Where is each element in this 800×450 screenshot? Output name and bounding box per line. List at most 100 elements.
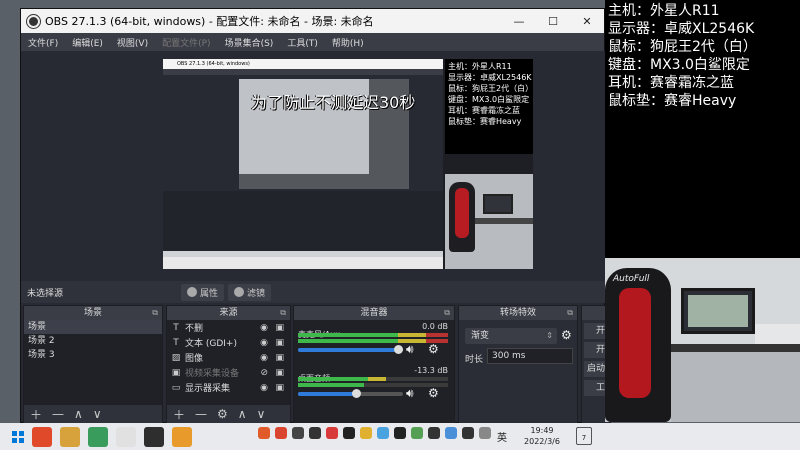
app-icon[interactable]	[88, 426, 108, 447]
remove-source-button[interactable]: —	[195, 407, 207, 421]
maximize-button[interactable]: ☐	[536, 9, 570, 33]
volume-slider[interactable]	[298, 348, 403, 352]
source-toolbar: 未选择源 属性 滤镜	[21, 281, 606, 303]
desk	[671, 344, 800, 352]
gear-icon[interactable]: ⚙	[561, 328, 572, 342]
nested-chair-stripe	[455, 188, 469, 238]
tray-icon[interactable]	[292, 427, 304, 439]
nested-info-line: 鼠标垫：赛睿Heavy	[448, 117, 522, 126]
tray-icon[interactable]	[258, 427, 270, 439]
info-line: 鼠标：狗屁王2代（白）	[608, 39, 757, 55]
app-icon[interactable]	[32, 426, 52, 447]
volume-knob[interactable]	[351, 389, 361, 398]
tray-icon[interactable]	[360, 427, 372, 439]
add-scene-button[interactable]: ＋	[30, 406, 42, 423]
move-up-button[interactable]: ∧	[74, 407, 83, 421]
tray-icon[interactable]	[394, 427, 406, 439]
move-up-button[interactable]: ∧	[238, 407, 247, 421]
close-button[interactable]: ✕	[570, 9, 604, 33]
speaker-icon[interactable]: 🔊︎	[406, 342, 414, 357]
minimize-button[interactable]: —	[502, 9, 536, 33]
input-language[interactable]: 英	[497, 429, 507, 444]
app-icon[interactable]	[60, 426, 80, 447]
source-settings-button[interactable]: ⚙	[217, 407, 228, 421]
source-item[interactable]: ▣ 视频采集设备 ⊘ ▣	[167, 365, 290, 380]
menu-scene-collection[interactable]: 场景集合(S)	[225, 36, 274, 49]
source-item[interactable]: T 不删 ◉ ▣	[167, 320, 290, 335]
undock-icon[interactable]: ⧉	[444, 306, 450, 320]
lock-icon[interactable]: ▣	[275, 323, 284, 333]
menu-help[interactable]: 帮助(H)	[332, 36, 364, 49]
undock-icon[interactable]: ⧉	[152, 306, 158, 320]
eye-icon[interactable]: ◉	[260, 383, 268, 393]
eye-icon[interactable]: ◉	[260, 353, 268, 363]
nested-info-line: 显示器：卓威XL2546K	[448, 73, 532, 82]
level-meter	[298, 339, 448, 343]
desk-area	[671, 352, 800, 422]
lock-icon[interactable]: ▣	[275, 338, 284, 348]
nested-info-line: 鼠标：狗屁王2代（白）	[448, 84, 533, 93]
volume-knob[interactable]	[393, 345, 403, 354]
scene-item[interactable]: 场景 3	[24, 348, 162, 362]
eye-hidden-icon[interactable]: ⊘	[260, 368, 268, 378]
tray-icon[interactable]	[428, 427, 440, 439]
source-item[interactable]: T 文本 (GDI+) ◉ ▣	[167, 335, 290, 350]
taskbar-clock[interactable]: 19:49 2022/3/6	[514, 425, 570, 447]
nested-info-line: 耳机：赛睿霜冻之蓝	[448, 106, 520, 115]
tray-icon[interactable]	[377, 427, 389, 439]
window-controls: — ☐ ✕	[502, 9, 604, 33]
duration-input[interactable]: 300 ms	[487, 348, 573, 364]
menubar: 文件(F) 编辑(E) 视图(V) 配置文件(P) 场景集合(S) 工具(T) …	[21, 33, 604, 51]
undock-icon[interactable]: ⧉	[567, 306, 573, 320]
tray-icon[interactable]	[462, 427, 474, 439]
transition-select[interactable]: 渐变 ⇕	[465, 328, 557, 344]
lock-icon[interactable]: ▣	[275, 368, 284, 378]
app-icon[interactable]	[172, 426, 192, 447]
scene-item[interactable]: 场景	[24, 320, 162, 334]
tray-icon[interactable]	[445, 427, 457, 439]
preview-area: OBS 27.1.3 (64-bit, windows) 主机：外星人R11 显…	[21, 51, 606, 281]
monitor-icon: ▭	[171, 382, 181, 393]
lock-icon[interactable]: ▣	[275, 383, 284, 393]
remove-scene-button[interactable]: —	[52, 407, 64, 421]
mixer-dock: 混音器 ⧉ 麦克风/Aux 0.0 dB 🔊︎ ⚙ 桌面音频 -13.3 dB	[293, 305, 455, 424]
gear-icon[interactable]: ⚙	[428, 386, 439, 400]
source-item[interactable]: ▨ 图像 ◉ ▣	[167, 350, 290, 365]
properties-label: 属性	[200, 288, 219, 299]
tray-icon[interactable]	[479, 427, 491, 439]
menu-file[interactable]: 文件(F)	[28, 36, 58, 49]
menu-profile[interactable]: 配置文件(P)	[162, 36, 210, 49]
menu-view[interactable]: 视图(V)	[117, 36, 148, 49]
add-source-button[interactable]: ＋	[173, 406, 185, 423]
scene-item[interactable]: 场景 2	[24, 334, 162, 348]
lock-icon[interactable]: ▣	[275, 353, 284, 363]
volume-slider[interactable]	[298, 392, 403, 396]
scenes-dock-header: 场景 ⧉	[24, 306, 162, 320]
mixer-dock-title: 混音器	[360, 308, 388, 318]
eye-icon[interactable]: ◉	[260, 323, 268, 333]
gear-icon	[187, 287, 197, 297]
app-icon[interactable]	[116, 426, 136, 447]
camera-icon: ▣	[171, 367, 181, 378]
gear-icon[interactable]: ⚙	[428, 342, 439, 356]
info-line: 鼠标垫：赛睿Heavy	[608, 93, 737, 109]
obs-app-icon[interactable]	[144, 426, 164, 447]
tray-icon[interactable]	[309, 427, 321, 439]
menu-edit[interactable]: 编辑(E)	[72, 36, 103, 49]
tray-icon[interactable]	[411, 427, 423, 439]
tray-icon[interactable]	[343, 427, 355, 439]
undock-icon[interactable]: ⧉	[280, 306, 286, 320]
no-source-selected-label: 未选择源	[27, 288, 64, 299]
menu-tools[interactable]: 工具(T)	[287, 36, 318, 49]
filters-button[interactable]: 滤镜	[228, 283, 272, 301]
source-item[interactable]: ▭ 显示器采集 ◉ ▣	[167, 380, 290, 395]
notification-icon[interactable]: 7	[576, 427, 592, 445]
tray-icon[interactable]	[275, 427, 287, 439]
eye-icon[interactable]: ◉	[260, 338, 268, 348]
move-down-button[interactable]: ∨	[257, 407, 266, 421]
tray-icon[interactable]	[326, 427, 338, 439]
speaker-icon[interactable]: 🔊︎	[406, 386, 414, 401]
move-down-button[interactable]: ∨	[93, 407, 102, 421]
properties-button[interactable]: 属性	[181, 283, 225, 301]
windows-start-icon[interactable]	[12, 430, 24, 443]
